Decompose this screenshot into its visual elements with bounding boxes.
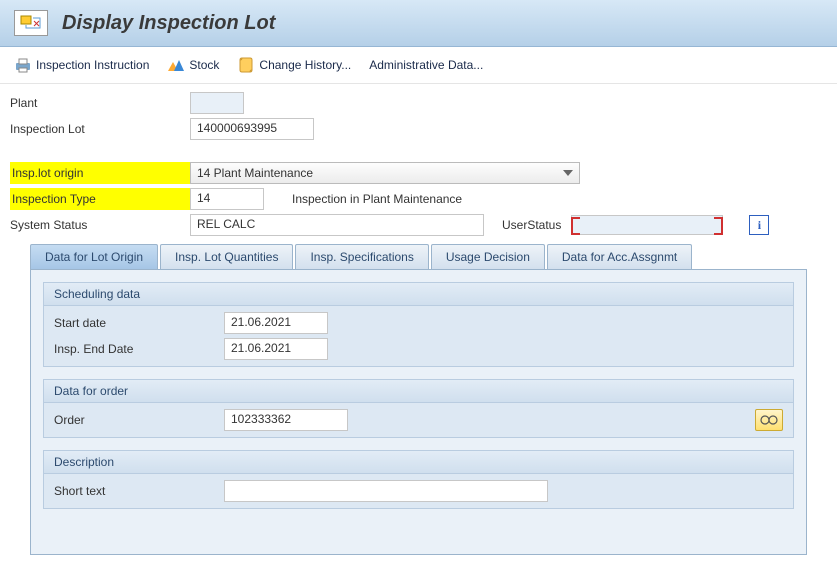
content-area: Plant Inspection Lot 140000693995 Insp.l… xyxy=(0,84,837,561)
bracket-left-icon xyxy=(571,217,580,235)
end-date-value: 21.06.2021 xyxy=(224,338,328,360)
app-icon xyxy=(14,10,48,36)
glasses-icon xyxy=(760,414,778,426)
stock-icon xyxy=(167,56,185,74)
order-detail-button[interactable] xyxy=(755,409,783,431)
start-date-value: 21.06.2021 xyxy=(224,312,328,334)
start-date-label: Start date xyxy=(54,316,224,330)
inspection-lot-label: Inspection Lot xyxy=(10,122,190,136)
inspection-lot-field: Inspection Lot 140000693995 xyxy=(10,116,827,142)
chevron-down-icon xyxy=(563,170,573,176)
change-history-button[interactable]: Change History... xyxy=(237,56,351,74)
info-button[interactable]: i xyxy=(749,215,769,235)
printer-icon xyxy=(14,56,32,74)
tab-panel: Scheduling data Start date 21.06.2021 In… xyxy=(30,269,807,555)
order-label: Order xyxy=(54,413,224,427)
system-status-label: System Status xyxy=(10,218,190,232)
end-date-label: Insp. End Date xyxy=(54,342,224,356)
inspection-type-field: Inspection Type 14 Inspection in Plant M… xyxy=(10,186,827,212)
bracket-right-icon xyxy=(714,217,723,235)
order-group: Data for order Order 102333362 xyxy=(43,379,794,438)
order-value: 102333362 xyxy=(224,409,348,431)
plant-field: Plant xyxy=(10,90,827,116)
plant-label: Plant xyxy=(10,96,190,110)
origin-field: Insp.lot origin 14 Plant Maintenance xyxy=(10,160,827,186)
tab-data-for-acc-assgnmt[interactable]: Data for Acc.Assgnmt xyxy=(547,244,692,269)
order-group-title: Data for order xyxy=(44,380,793,403)
inspection-type-desc: Inspection in Plant Maintenance xyxy=(292,192,462,206)
app-window: Display Inspection Lot Inspection Instru… xyxy=(0,0,837,580)
inspection-type-value: 14 xyxy=(190,188,264,210)
system-status-field: System Status REL CALC UserStatus i xyxy=(10,212,827,238)
origin-value: 14 Plant Maintenance xyxy=(197,166,313,180)
tab-data-for-lot-origin[interactable]: Data for Lot Origin xyxy=(30,244,158,269)
inspection-instruction-button[interactable]: Inspection Instruction xyxy=(14,56,149,74)
user-status-value xyxy=(571,215,723,235)
tab-strip: Data for Lot Origin Insp. Lot Quantities… xyxy=(10,244,827,269)
scheduling-group-title: Scheduling data xyxy=(44,283,793,306)
short-text-value xyxy=(224,480,548,502)
origin-dropdown[interactable]: 14 Plant Maintenance xyxy=(190,162,580,184)
description-group: Description Short text xyxy=(43,450,794,509)
user-status-label: UserStatus xyxy=(502,218,561,232)
tab-insp-specifications[interactable]: Insp. Specifications xyxy=(295,244,428,269)
admin-data-label: Administrative Data... xyxy=(369,58,483,72)
scroll-icon xyxy=(237,56,255,74)
inspection-instruction-label: Inspection Instruction xyxy=(36,58,149,72)
scheduling-group: Scheduling data Start date 21.06.2021 In… xyxy=(43,282,794,367)
description-group-title: Description xyxy=(44,451,793,474)
stock-button[interactable]: Stock xyxy=(167,56,219,74)
inspection-lot-value: 140000693995 xyxy=(190,118,314,140)
stock-label: Stock xyxy=(189,58,219,72)
title-bar: Display Inspection Lot xyxy=(0,0,837,47)
short-text-label: Short text xyxy=(54,484,224,498)
plant-value xyxy=(190,92,244,114)
tab-insp-lot-quantities[interactable]: Insp. Lot Quantities xyxy=(160,244,293,269)
toolbar: Inspection Instruction Stock Change Hist… xyxy=(0,47,837,84)
tab-usage-decision[interactable]: Usage Decision xyxy=(431,244,545,269)
admin-data-button[interactable]: Administrative Data... xyxy=(369,58,483,72)
system-status-value: REL CALC xyxy=(190,214,484,236)
origin-label: Insp.lot origin xyxy=(10,162,190,184)
page-title: Display Inspection Lot xyxy=(62,12,275,35)
inspection-type-label: Inspection Type xyxy=(10,188,190,210)
change-history-label: Change History... xyxy=(259,58,351,72)
